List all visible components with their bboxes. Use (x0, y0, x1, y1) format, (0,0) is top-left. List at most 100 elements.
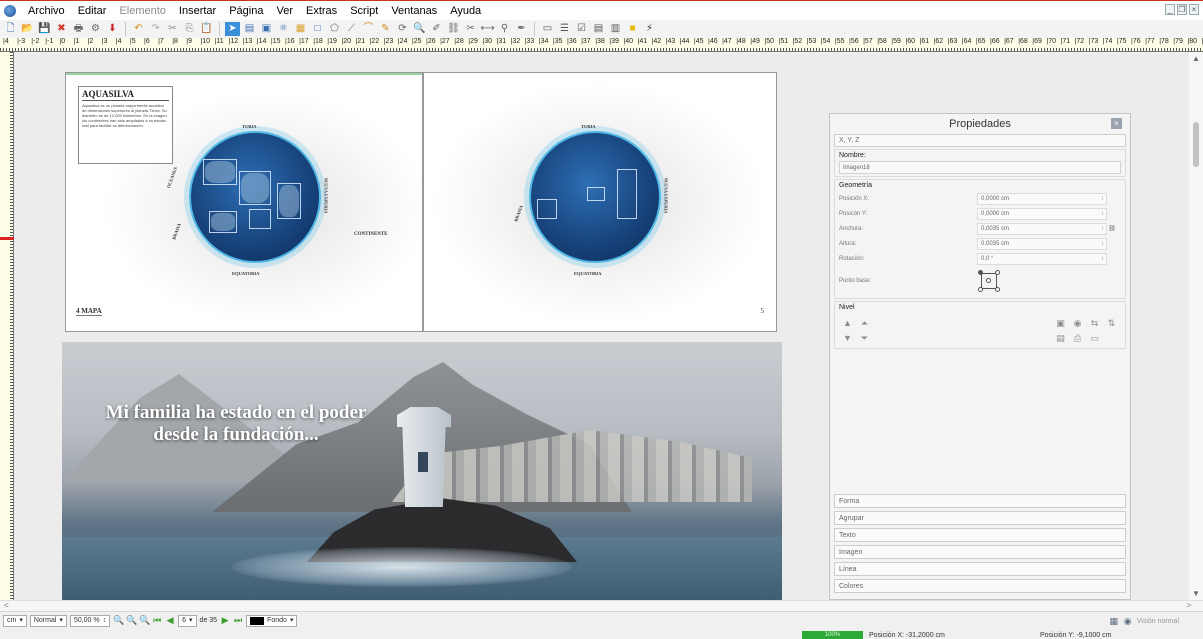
measure-icon[interactable]: ⟷ (480, 22, 495, 36)
restore-icon[interactable]: ❐ (1177, 4, 1187, 15)
close-document-icon[interactable]: ✖ (54, 22, 69, 36)
base-point-handle[interactable] (995, 287, 1000, 292)
base-point-handle[interactable] (986, 278, 991, 283)
base-point-handle[interactable] (978, 270, 983, 275)
pdf-link-icon[interactable]: ⚡ (642, 22, 657, 36)
flip-vertical-icon[interactable]: ⇅ (1105, 317, 1118, 329)
properties-panel[interactable]: Propiedades × X, Y, Z Nombre: Imagen18 G… (829, 113, 1131, 600)
base-point-handle[interactable] (978, 287, 983, 292)
bezier-icon[interactable]: ⌒ (361, 22, 376, 36)
menu-editar[interactable]: Editar (77, 5, 108, 17)
section-forma[interactable]: Forma (834, 494, 1126, 508)
section-imagen[interactable]: Imagen (834, 545, 1126, 559)
copy-properties-icon[interactable]: ⚲ (497, 22, 512, 36)
illustration-caption[interactable]: Mi familia ha estado en el poder desde l… (86, 402, 386, 446)
pdf-listbox-icon[interactable]: ▥ (608, 22, 623, 36)
line-icon[interactable]: ⟋ (344, 22, 359, 36)
cut-icon[interactable]: ✂ (165, 22, 180, 36)
pos-x-spinbox[interactable]: 0,0000 cm (977, 192, 1107, 205)
section-xyz[interactable]: X, Y, Z (834, 134, 1126, 147)
width-spinbox[interactable]: 0,0035 cm (977, 222, 1107, 235)
table-icon[interactable]: ▦ (293, 22, 308, 36)
visibility-icon[interactable]: ◉ (1071, 317, 1084, 329)
paste-icon[interactable]: 📋 (199, 22, 214, 36)
section-linea[interactable]: Línea (834, 562, 1126, 576)
minimize-icon[interactable]: _ (1165, 4, 1175, 15)
horizontal-scrollbar[interactable]: < > (0, 600, 1203, 611)
base-point-handle[interactable] (995, 270, 1000, 275)
new-document-icon[interactable]: 🗋 (3, 22, 18, 36)
lower-icon[interactable]: ▼ (841, 332, 854, 344)
menu-extras[interactable]: Extras (305, 5, 338, 17)
horizontal-ruler[interactable]: |4 |-3 |-2 |-1 |0 |1 |2 |3 |4 |5 |6 |7 |8 |9 |10 |11 |12… (0, 38, 1203, 52)
scroll-thumb[interactable] (1193, 122, 1199, 167)
last-page-icon[interactable]: ⏭ (233, 615, 243, 626)
scroll-right-icon[interactable]: > (1186, 601, 1191, 610)
edit-contents-icon[interactable]: ✐ (429, 22, 444, 36)
eye-icon[interactable]: ◉ (1123, 616, 1133, 627)
flip-horizontal-icon[interactable]: ⇆ (1088, 317, 1101, 329)
pdf-button-icon[interactable]: ▭ (540, 22, 555, 36)
display-icon[interactable]: ▦ (1109, 616, 1119, 627)
copy-icon[interactable]: ⎘ (182, 22, 197, 36)
zoom-in-icon[interactable]: 🔍 (139, 615, 150, 626)
vertical-scrollbar[interactable]: ▲ ▼ (1189, 52, 1203, 600)
rotation-spinbox[interactable]: 0,0 ° (977, 252, 1107, 265)
lock-icon[interactable]: ▣ (1054, 317, 1067, 329)
zoom-out-icon[interactable]: 🔍 (113, 615, 124, 626)
first-page-icon[interactable]: ⏮ (152, 615, 162, 626)
planet-map-image[interactable] (189, 131, 321, 263)
pdf-export-icon[interactable]: ⬇ (105, 22, 120, 36)
print-icon[interactable]: 🖶 (71, 22, 86, 36)
page-left[interactable]: AQUASILVA Aquasilva es un planeta mayorm… (65, 72, 423, 332)
zoom-input[interactable]: 50,00 % ↕ (69, 614, 111, 627)
menu-ventanas[interactable]: Ventanas (390, 5, 438, 17)
render-frame-icon[interactable]: ⚛ (276, 22, 291, 36)
page-right[interactable]: TURIA NUEVA ESPERIA BRASIA EQUATORIA 5 (423, 72, 777, 332)
image-frame-icon[interactable]: ▣ (259, 22, 274, 36)
lower-to-bottom-icon[interactable]: ⏷ (858, 332, 871, 344)
link-frames-icon[interactable]: ⛓ (446, 22, 461, 36)
section-texto[interactable]: Texto (834, 528, 1126, 542)
undo-icon[interactable]: ↶ (131, 22, 146, 36)
printable-icon[interactable]: ⎙ (1071, 332, 1084, 344)
name-input[interactable]: Imagen18 (839, 161, 1121, 174)
previous-page-icon[interactable]: ◀ (165, 615, 175, 626)
lock-size-icon[interactable]: ▤ (1054, 332, 1067, 344)
zoom-100-icon[interactable]: 🔍 (126, 615, 137, 626)
preflight-icon[interactable]: ⚙ (88, 22, 103, 36)
open-folder-icon[interactable]: 📂 (20, 22, 35, 36)
section-colores[interactable]: Colores (834, 579, 1126, 593)
close-icon[interactable]: × (1189, 4, 1199, 15)
vertical-ruler[interactable] (0, 52, 14, 600)
pdf-combobox-icon[interactable]: ▤ (591, 22, 606, 36)
section-agrupar[interactable]: Agrupar (834, 511, 1126, 525)
pdf-checkbox-icon[interactable]: ☑ (574, 22, 589, 36)
illustration-image[interactable]: Mi familia ha estado en el poder desde l… (62, 342, 782, 600)
freehand-icon[interactable]: ✎ (378, 22, 393, 36)
base-point-selector[interactable] (977, 269, 1001, 293)
aspect-lock-icon[interactable]: ⛓ (1107, 225, 1117, 232)
pdf-annotation-icon[interactable]: ■ (625, 22, 640, 36)
unlink-frames-icon[interactable]: ✂ (463, 22, 478, 36)
menu-elemento[interactable]: Elemento (118, 5, 166, 17)
raise-to-top-icon[interactable]: ⏶ (858, 317, 871, 329)
unit-select[interactable]: cm ▾ (3, 614, 27, 627)
preview-mode-select[interactable]: Normal ▾ (29, 614, 67, 627)
text-frame-icon[interactable]: ▤ (242, 22, 257, 36)
shape-icon[interactable]: □ (310, 22, 325, 36)
zoom-tool-icon[interactable]: 🔍 (412, 22, 427, 36)
scroll-left-icon[interactable]: < (4, 601, 9, 610)
info-text-frame[interactable]: AQUASILVA Aquasilva es un planeta mayorm… (78, 86, 173, 164)
redo-icon[interactable]: ↷ (148, 22, 163, 36)
raise-icon[interactable]: ▲ (841, 317, 854, 329)
height-spinbox[interactable]: 0,0035 cm (977, 237, 1107, 250)
menu-ver[interactable]: Ver (275, 5, 294, 17)
rotate-icon[interactable]: ⟳ (395, 22, 410, 36)
menu-archivo[interactable]: Archivo (27, 5, 66, 17)
layer-select[interactable]: Fondo ▾ (246, 614, 298, 627)
eyedropper-icon[interactable]: ✒ (514, 22, 529, 36)
menu-script[interactable]: Script (349, 5, 379, 17)
scroll-down-icon[interactable]: ▼ (1192, 589, 1200, 598)
pos-y-spinbox[interactable]: 0,0000 cm (977, 207, 1107, 220)
